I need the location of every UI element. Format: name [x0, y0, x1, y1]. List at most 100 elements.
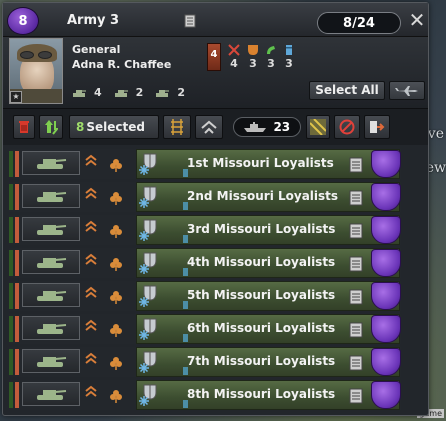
clover-icon: [110, 324, 122, 337]
logistics-skill: 3: [281, 44, 297, 70]
clover-icon: [110, 357, 122, 370]
army-name[interactable]: Army 3: [67, 13, 119, 28]
edit-template-icon[interactable]: [349, 289, 363, 305]
close-button[interactable]: ✕: [407, 10, 427, 31]
supply-indicator: [183, 301, 188, 309]
division-row[interactable]: 6th Missouri Loyalists: [9, 314, 401, 344]
trait-item[interactable]: 4: [72, 86, 102, 99]
edit-template-icon[interactable]: [349, 388, 363, 404]
division-name: 7th Missouri Loyalists: [187, 354, 336, 368]
skill-level-value: 4: [210, 49, 218, 60]
division-row[interactable]: 2nd Missouri Loyalists: [9, 182, 401, 212]
strength-bar: [9, 250, 13, 276]
tank-icon: [114, 89, 128, 97]
edit-template-icon[interactable]: [349, 256, 363, 272]
strength-bar: [9, 349, 13, 375]
experience-chevron-icon: [85, 154, 97, 166]
organization-bar: [15, 184, 19, 210]
attack-skill: 4: [226, 44, 242, 70]
rank-insignia-icon: ★: [10, 91, 22, 103]
snowflake-icon: [139, 297, 149, 307]
halt-button[interactable]: [334, 115, 360, 139]
snowflake-icon: [139, 198, 149, 208]
division-row[interactable]: 1st Missouri Loyalists: [9, 149, 401, 179]
strength-bar: [9, 316, 13, 342]
unit-count: 8/24: [317, 12, 401, 34]
clover-icon: [110, 159, 122, 172]
select-all-button[interactable]: Select All: [309, 81, 385, 100]
edit-template-icon[interactable]: [349, 322, 363, 338]
division-name: 3rd Missouri Loyalists: [187, 222, 336, 236]
supply-indicator: [183, 268, 188, 276]
naval-transport[interactable]: 23: [233, 117, 301, 137]
tank-icon: [37, 291, 67, 301]
division-name: 8th Missouri Loyalists: [187, 387, 336, 401]
parachute-icon: [201, 120, 217, 134]
edit-template-icon[interactable]: [349, 355, 363, 371]
organization-bar: [15, 382, 19, 408]
division-type: [22, 349, 80, 373]
trait-item[interactable]: 2: [114, 86, 143, 99]
tank-icon: [37, 225, 67, 235]
strength-bar: [9, 217, 13, 243]
railway-button[interactable]: [163, 115, 191, 139]
air-support-button[interactable]: [389, 81, 425, 100]
strength-bar: [9, 151, 13, 177]
general-name: Adna R. Chaffee: [72, 58, 172, 71]
strength-bar: [9, 382, 13, 408]
exit-button[interactable]: [364, 115, 390, 139]
trash-icon: [19, 121, 29, 133]
ship-icon: [243, 122, 266, 132]
snowflake-icon: [139, 330, 149, 340]
edit-template-icon[interactable]: [349, 190, 363, 206]
snowflake-icon: [139, 363, 149, 373]
edit-template-icon[interactable]: [349, 157, 363, 173]
tank-icon: [37, 357, 67, 367]
division-name: 4th Missouri Loyalists: [187, 255, 336, 269]
division-row[interactable]: 5th Missouri Loyalists: [9, 281, 401, 311]
division-row[interactable]: 4th Missouri Loyalists: [9, 248, 401, 278]
terrain-button[interactable]: [306, 115, 330, 139]
experience-chevron-icon: [85, 187, 97, 199]
defense-skill: 3: [245, 44, 261, 70]
division-name: 6th Missouri Loyalists: [187, 321, 336, 335]
nation-shield-icon: [371, 150, 401, 178]
no-entry-icon: [339, 119, 355, 135]
striped-terrain-icon: [310, 119, 326, 135]
division-name: 5th Missouri Loyalists: [187, 288, 336, 302]
general-portrait[interactable]: ★: [9, 38, 63, 104]
army-number-badge[interactable]: 8: [7, 7, 39, 35]
swords-icon: [228, 44, 240, 56]
defense-value: 3: [249, 57, 257, 70]
logistics-value: 3: [285, 57, 293, 70]
nation-shield-icon: [371, 249, 401, 277]
tank-icon: [156, 89, 170, 97]
edit-template-icon[interactable]: [349, 223, 363, 239]
exit-door-icon: [370, 121, 385, 133]
organization-bar: [15, 217, 19, 243]
skill-level-badge[interactable]: 4: [207, 43, 221, 71]
planning-value: 3: [267, 57, 275, 70]
airborne-button[interactable]: [195, 115, 223, 139]
nation-shield-icon: [371, 381, 401, 409]
tank-icon: [37, 159, 67, 169]
general-section: ★ General Adna R. Chaffee 4 2 2 4 4 3 3 …: [3, 37, 428, 109]
tank-icon: [37, 390, 67, 400]
division-row[interactable]: 7th Missouri Loyalists: [9, 347, 401, 377]
division-type: [22, 316, 80, 340]
supply-indicator: [183, 334, 188, 342]
plane-icon: [395, 85, 418, 96]
supply-indicator: [183, 400, 188, 408]
division-row[interactable]: 8th Missouri Loyalists: [9, 380, 401, 410]
division-row[interactable]: 3rd Missouri Loyalists: [9, 215, 401, 245]
supply-indicator: [183, 235, 188, 243]
snowflake-icon: [139, 396, 149, 406]
division-type: [22, 184, 80, 208]
trait-item[interactable]: 2: [155, 86, 185, 99]
experience-chevron-icon: [85, 220, 97, 232]
general-traits: 4 2 2: [72, 86, 185, 99]
reinforce-button[interactable]: [39, 115, 63, 139]
disband-button[interactable]: [13, 115, 35, 139]
trait-value: 2: [177, 86, 185, 99]
edit-name-icon[interactable]: [184, 13, 196, 32]
